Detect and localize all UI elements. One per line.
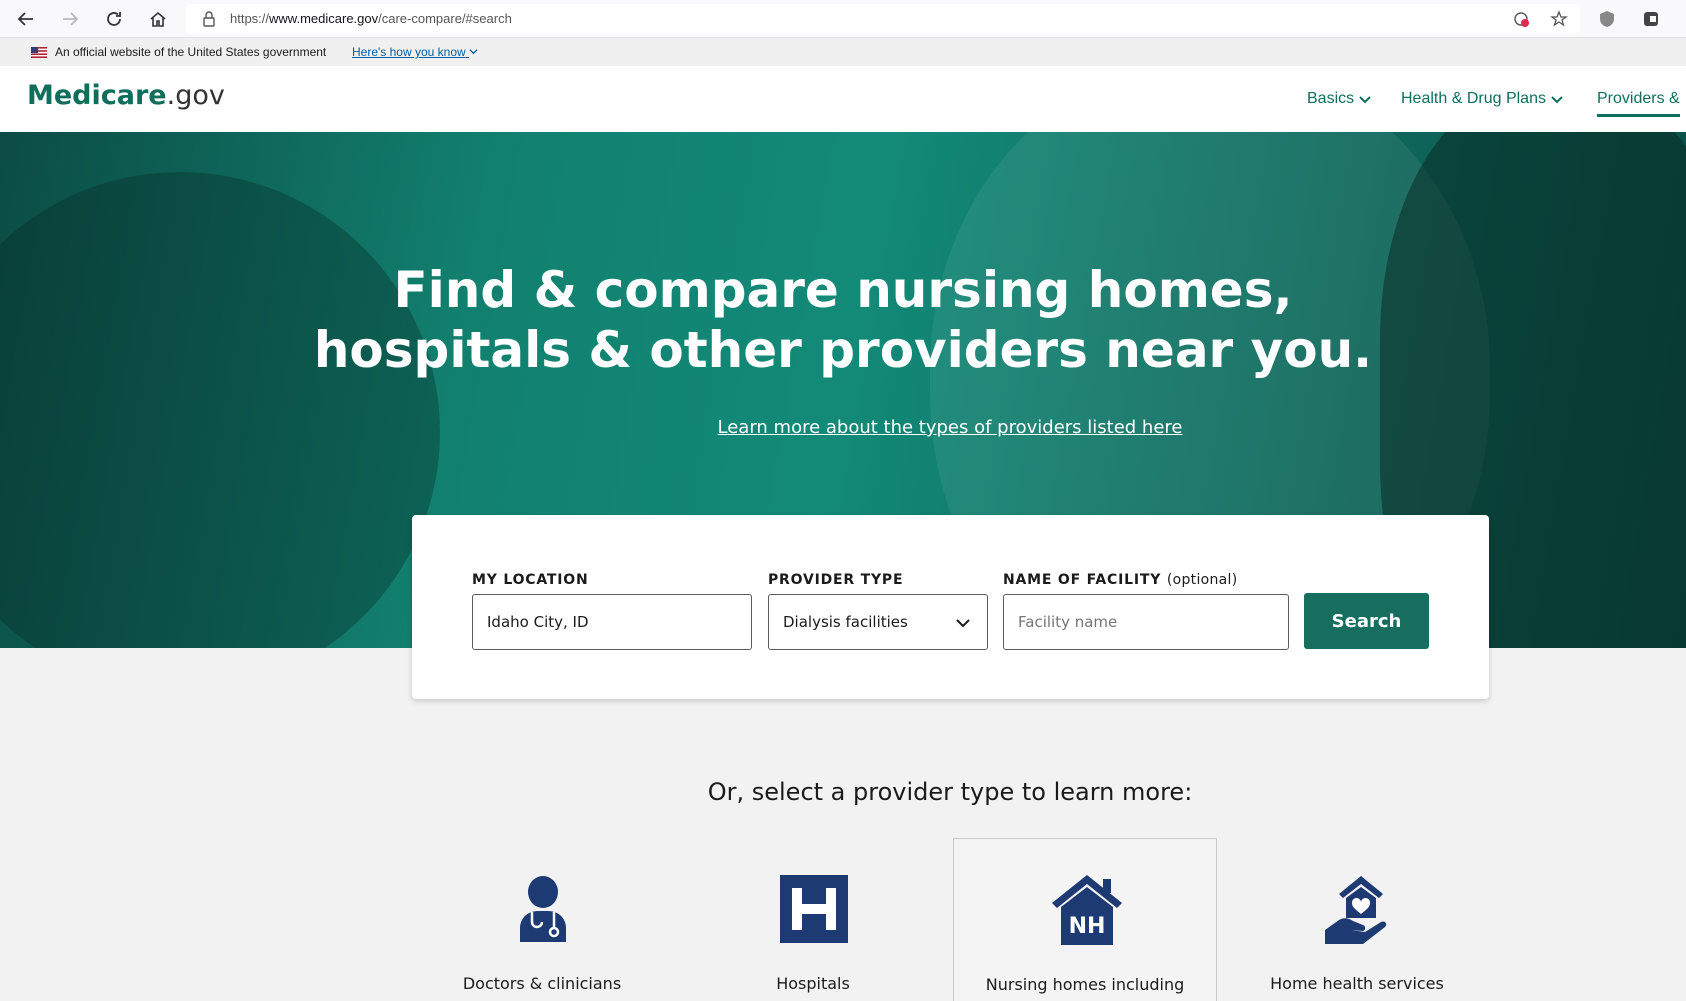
forward-arrow-icon <box>63 12 79 26</box>
nav-providers-label: Providers & <box>1597 90 1680 107</box>
gov-banner-link[interactable]: Here's how you know <box>352 45 478 59</box>
chevron-down-icon <box>469 49 478 55</box>
tile-label: Nursing homes including <box>985 975 1185 994</box>
site-header: Medicare.gov Basics Health & Drug Plans … <box>0 66 1686 132</box>
doctor-icon <box>520 876 566 942</box>
medicare-logo[interactable]: Medicare.gov <box>27 80 225 111</box>
chevron-down-icon <box>1359 96 1371 104</box>
home-icon <box>150 11 166 27</box>
logo-brand: Medicare <box>27 80 167 111</box>
hero-title-line-1: Find & compare nursing homes, <box>393 261 1293 319</box>
nav-providers[interactable]: Providers & <box>1597 90 1680 117</box>
learn-more-link[interactable]: Learn more about the types of providers … <box>718 417 1183 438</box>
provider-type-value: Dialysis facilities <box>783 613 908 631</box>
bookmark-star-icon[interactable] <box>1550 10 1568 28</box>
tile-doctors-clinicians[interactable]: Doctors & clinicians <box>410 838 674 1001</box>
home-button[interactable] <box>146 7 170 31</box>
facility-name-input[interactable] <box>1003 594 1289 650</box>
nursing-home-icon: NH <box>1052 875 1122 945</box>
back-arrow-icon <box>17 12 33 26</box>
svg-text:NH: NH <box>1069 914 1106 939</box>
facility-name-optional: (optional) <box>1166 572 1238 588</box>
location-input[interactable] <box>472 594 752 650</box>
tracking-protection-icon[interactable] <box>1512 10 1530 28</box>
logo-tld: .gov <box>166 80 225 111</box>
reload-button[interactable] <box>102 7 126 31</box>
us-flag-icon <box>31 47 47 58</box>
url-text: https://www.medicare.gov/care-compare/#s… <box>230 11 512 26</box>
gov-banner-link-label: Here's how you know <box>352 45 466 59</box>
chevron-down-icon <box>1551 96 1563 104</box>
provider-section-title: Or, select a provider type to learn more… <box>707 778 1193 806</box>
home-health-icon <box>1325 876 1387 944</box>
shield-extension-icon[interactable] <box>1598 10 1616 28</box>
tile-home-health[interactable]: Home health services <box>1225 838 1489 1001</box>
hero-background-shape <box>0 172 440 648</box>
nav-basics-label: Basics <box>1307 90 1355 107</box>
hero-title: Find & compare nursing homes, hospitals … <box>0 260 1686 380</box>
back-button[interactable] <box>14 7 38 31</box>
hero-title-line-2: hospitals & other providers near you. <box>313 321 1373 379</box>
forward-button[interactable] <box>58 7 82 31</box>
tile-label: Doctors & clinicians <box>462 974 622 993</box>
gov-banner: An official website of the United States… <box>0 38 1686 66</box>
address-bar[interactable]: https://www.medicare.gov/care-compare/#s… <box>186 4 1580 34</box>
search-card: MY LOCATION PROVIDER TYPE Dialysis facil… <box>412 515 1489 699</box>
tile-label: Hospitals <box>776 974 850 993</box>
provider-type-select[interactable]: Dialysis facilities <box>768 594 988 650</box>
gov-banner-text: An official website of the United States… <box>55 45 327 59</box>
tile-hospitals[interactable]: Hospitals <box>681 838 945 1001</box>
nav-basics[interactable]: Basics <box>1307 90 1371 108</box>
reload-icon <box>107 12 121 26</box>
lock-icon <box>203 11 215 27</box>
facility-name-label: NAME OF FACILITY (optional) <box>1003 572 1238 588</box>
tile-nursing-homes[interactable]: NH Nursing homes including <box>953 838 1217 1001</box>
location-label: MY LOCATION <box>472 572 589 588</box>
provider-type-label: PROVIDER TYPE <box>768 572 904 588</box>
hospital-icon <box>780 875 848 943</box>
nav-health-drug-plans[interactable]: Health & Drug Plans <box>1401 90 1563 108</box>
browser-toolbar: https://www.medicare.gov/care-compare/#s… <box>0 0 1686 38</box>
search-button[interactable]: Search <box>1304 593 1429 649</box>
nav-health-drug-plans-label: Health & Drug Plans <box>1401 90 1546 107</box>
hero-link-row: Learn more about the types of providers … <box>0 417 1686 438</box>
extension-icon[interactable] <box>1642 10 1660 28</box>
chevron-down-icon <box>956 619 970 628</box>
facility-name-label-text: NAME OF FACILITY <box>1003 572 1162 588</box>
tile-label: Home health services <box>1270 974 1444 993</box>
